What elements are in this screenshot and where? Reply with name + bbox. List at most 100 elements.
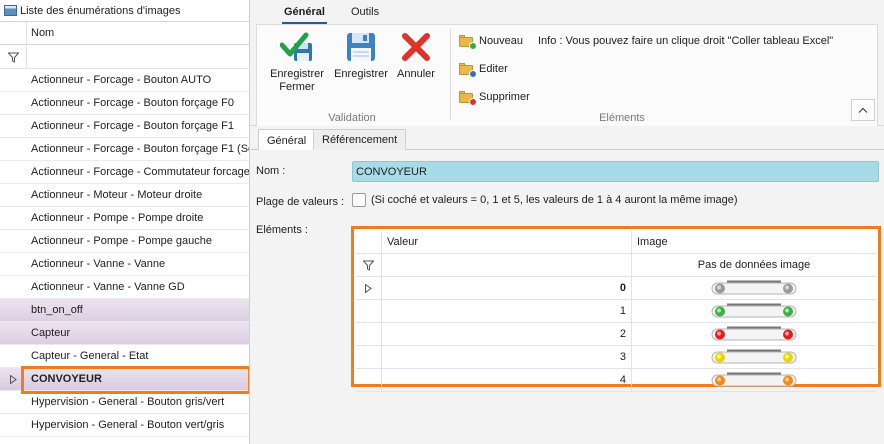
image-cell[interactable] [632,277,876,299]
list-item-label: Actionneur - Vanne - Vanne GD [31,281,185,293]
tab-general[interactable]: Général [282,6,327,24]
row-indicator [356,300,382,322]
ribbon-panel: Enregistrer Fermer Enregistrer Annuler V… [256,24,878,126]
list-column-header[interactable]: Nom [0,22,249,45]
list-item-label: Actionneur - Pompe - Pompe gauche [31,235,212,247]
list-item-label: Actionneur - Forcage - Bouton forçage F1 [31,120,234,132]
table-row[interactable]: 2 [356,323,876,346]
window-icon [4,5,17,16]
grid-filter-row[interactable]: Pas de données image [356,254,876,277]
row-indicator-header [0,22,27,44]
enum-list: Actionneur - Forcage - Bouton AUTO Actio… [0,69,250,437]
enum-list-panel: Liste des énumérations d'images Nom Acti… [0,0,250,444]
save-button[interactable]: Enregistrer [333,31,389,81]
column-header-image[interactable]: Image [632,231,876,253]
ribbon-divider [450,29,451,119]
delete-element-label: Supprimer [479,91,530,103]
valeur-cell[interactable]: 2 [382,323,632,345]
image-cell[interactable] [632,346,876,368]
list-item[interactable]: Actionneur - Forcage - Bouton AUTO [0,69,249,92]
list-item[interactable]: Actionneur - Pompe - Pompe gauche [0,230,249,253]
list-item-label: Actionneur - Moteur - Moteur droite [31,189,203,201]
tab-form-general[interactable]: Général [258,129,316,151]
image-cell[interactable] [632,369,876,391]
group-label-validation: Validation [328,112,376,124]
valeur-cell[interactable]: 1 [382,300,632,322]
list-item-label: Actionneur - Pompe - Pompe droite [31,212,204,224]
folder-edit-icon [459,63,477,78]
list-item[interactable]: Actionneur - Vanne - Vanne GD [0,276,249,299]
cancel-label: Annuler [397,68,435,80]
grid-header-row: Valeur Image [356,231,876,254]
table-row[interactable]: 1 [356,300,876,323]
table-row[interactable]: 0 [356,277,876,300]
list-item[interactable]: Actionneur - Vanne - Vanne [0,253,249,276]
floppy-disk-icon [347,33,375,61]
list-item[interactable]: Capteur - General - Etat [0,345,249,368]
cancel-button[interactable]: Annuler [391,31,441,81]
list-item-label: Actionneur - Forcage - Bouton AUTO [31,74,212,86]
switch-image-icon [711,372,797,387]
collapse-ribbon-button[interactable] [851,99,875,121]
tab-outils[interactable]: Outils [351,6,379,18]
table-row[interactable]: 4 [356,369,876,392]
list-item[interactable]: Actionneur - Forcage - Bouton forçage F0 [0,92,249,115]
list-item[interactable]: Actionneur - Forcage - Commutateur forca… [0,161,250,184]
current-row-arrow-icon [356,277,382,299]
list-item-label: Capteur - General - Etat [31,350,149,362]
row-indicator [356,369,382,391]
filter-image-cell[interactable]: Pas de données image [632,254,876,276]
list-item[interactable]: Hypervision - General - Bouton vert/gris [0,414,249,437]
list-item-label: Actionneur - Forcage - Bouton forçage F1… [31,143,250,155]
valeur-cell[interactable]: 4 [382,369,632,391]
red-x-icon [402,33,430,61]
filter-valeur-cell[interactable] [382,254,632,276]
list-item-label: CONVOYEUR [31,373,102,385]
new-element-label: Nouveau [479,35,524,47]
list-item[interactable]: Actionneur - Pompe - Pompe droite [0,207,249,230]
new-element-button[interactable]: Nouveau [459,35,524,50]
chevron-up-icon [858,107,868,113]
image-cell[interactable] [632,300,876,322]
list-item[interactable]: Capteur [0,322,249,345]
list-item[interactable]: Actionneur - Forcage - Bouton forçage F1… [0,138,250,161]
grid-corner [356,231,382,253]
valeur-cell[interactable]: 0 [382,277,632,299]
tab-referencement[interactable]: Référencement [313,129,407,150]
list-item[interactable]: btn_on_off [0,299,249,322]
list-item[interactable]: Actionneur - Moteur - Moteur droite [0,184,249,207]
nom-field[interactable]: CONVOYEUR [352,161,879,182]
save-label: Enregistrer [334,68,388,80]
list-filter-row[interactable] [0,46,249,69]
list-item-label: Actionneur - Forcage - Bouton forçage F0 [31,97,234,109]
list-item-selected[interactable]: CONVOYEUR [0,368,249,391]
edit-element-button[interactable]: Editer [459,63,508,78]
edit-element-label: Editer [479,63,508,75]
list-item-label: btn_on_off [31,304,83,316]
switch-image-icon [711,303,797,318]
group-label-elements: Eléments [599,112,645,124]
save-close-button[interactable]: Enregistrer Fermer [265,31,329,94]
column-header-valeur[interactable]: Valeur [382,231,632,253]
list-item-label: Hypervision - General - Bouton gris/vert [31,396,225,408]
filter-icon[interactable] [356,254,382,276]
plage-checkbox[interactable] [352,193,366,207]
save-close-label-1: Enregistrer [270,68,324,80]
column-header-nom[interactable]: Nom [27,27,54,39]
list-item[interactable]: Actionneur - Forcage - Bouton forçage F1 [0,115,249,138]
list-item[interactable]: Hypervision - General - Bouton gris/vert [0,391,249,414]
list-item-label: Hypervision - General - Bouton vert/gris [31,419,225,431]
panel-title-bar: Liste des énumérations d'images [0,0,249,22]
delete-element-button[interactable]: Supprimer [459,91,530,106]
table-row[interactable]: 3 [356,346,876,369]
switch-image-icon [711,349,797,364]
elements-label: Eléments : [256,224,308,236]
row-indicator [356,323,382,345]
filter-icon[interactable] [0,46,27,68]
plage-hint: (Si coché et valeurs = 0, 1 et 5, les va… [371,194,738,206]
list-item-label: Actionneur - Forcage - Commutateur forca… [31,166,250,178]
image-cell[interactable] [632,323,876,345]
valeur-cell[interactable]: 3 [382,346,632,368]
switch-image-icon [711,326,797,341]
switch-image-icon [711,280,797,295]
